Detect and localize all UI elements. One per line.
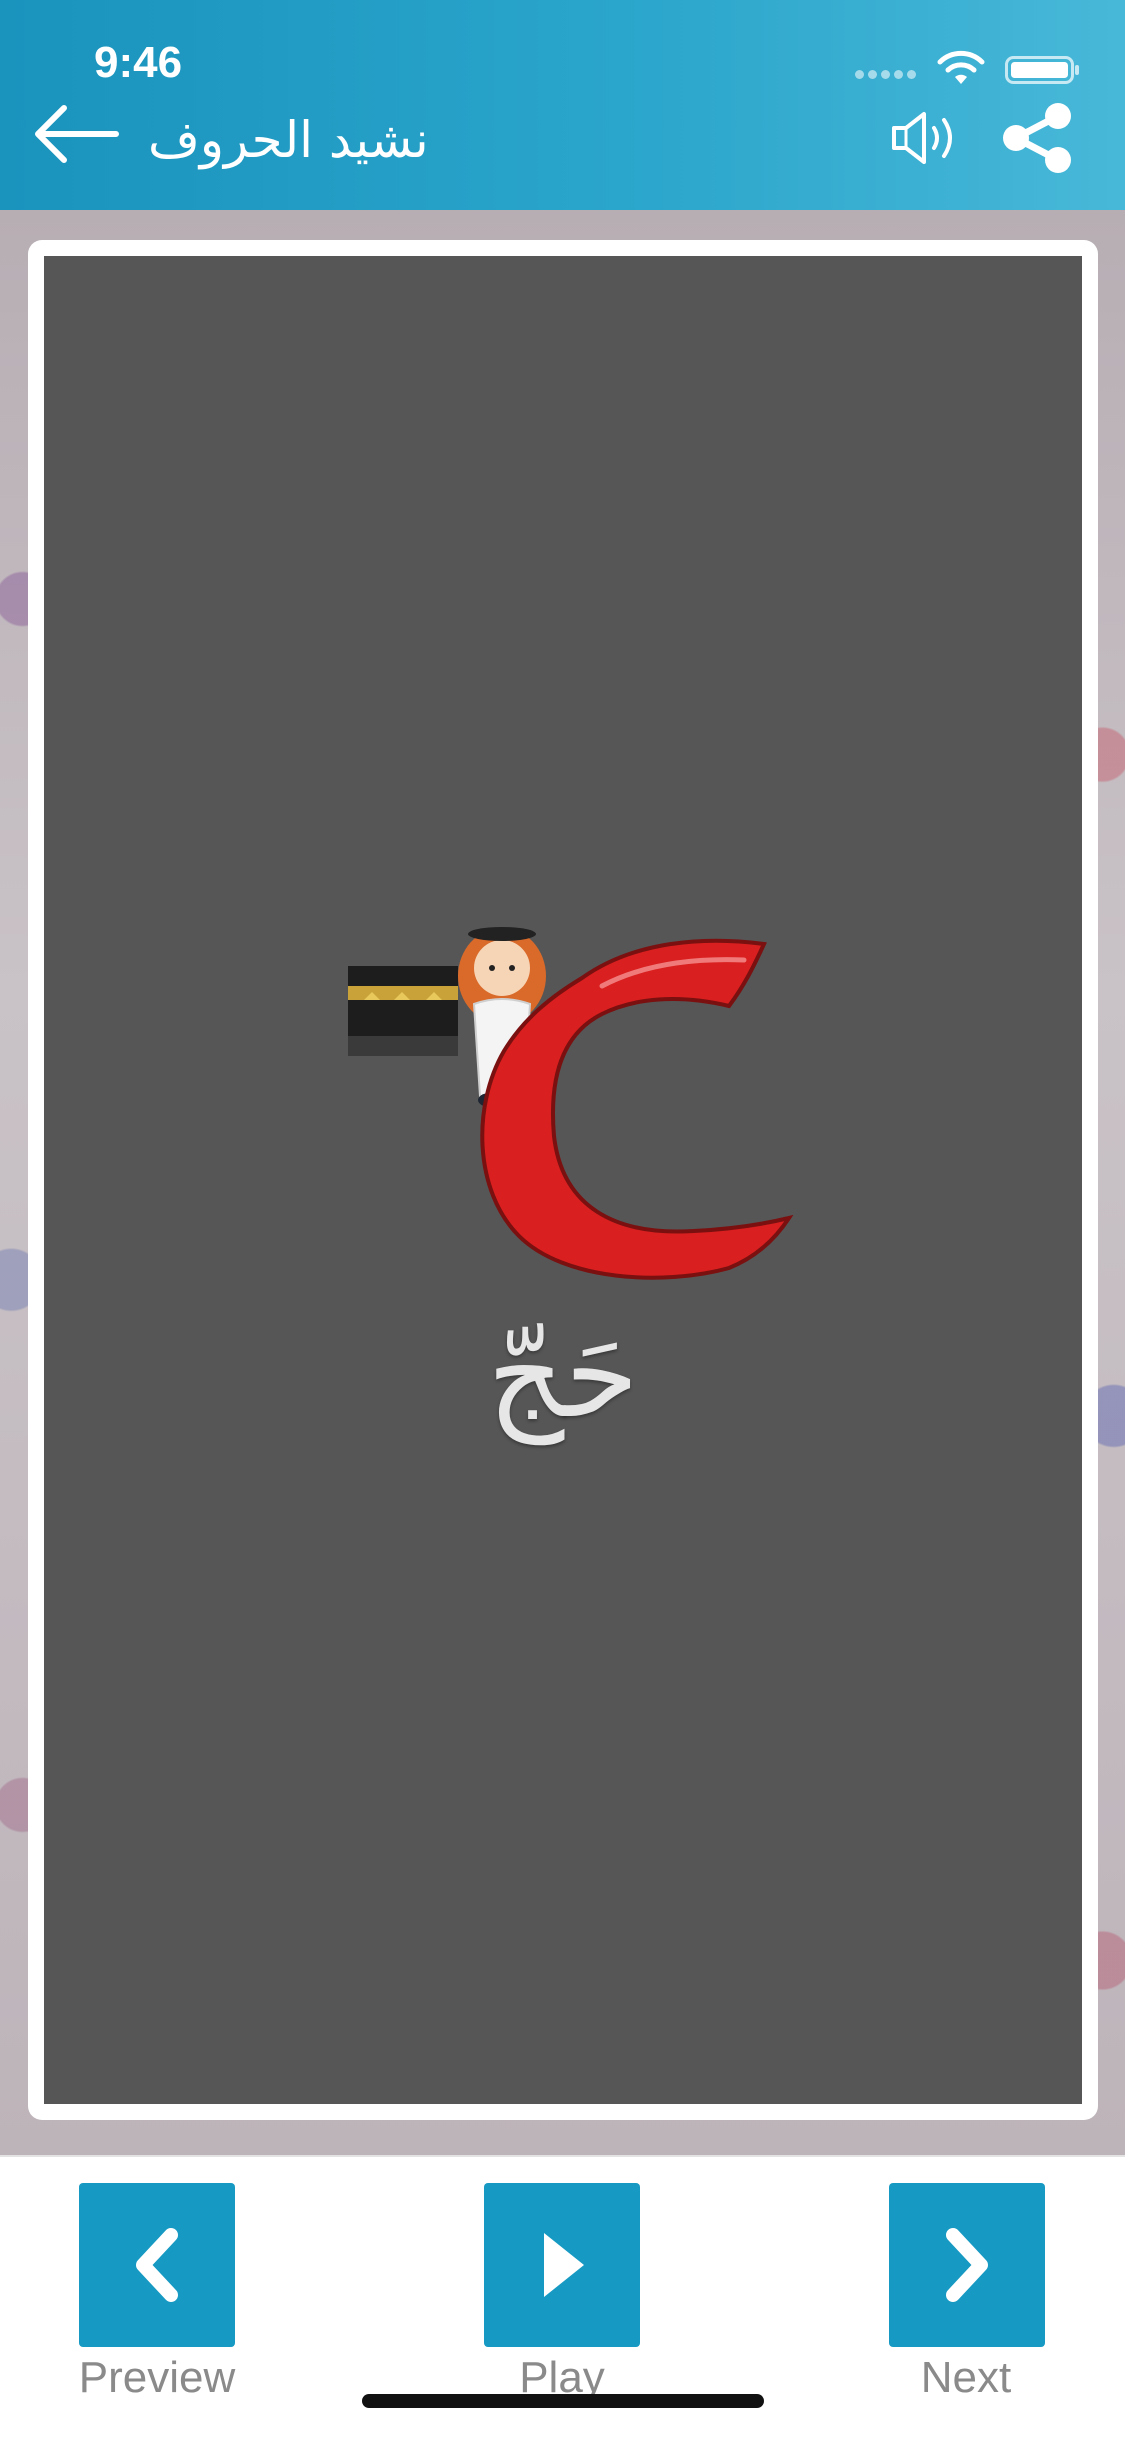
status-time: 9:46 [94,38,183,87]
home-indicator[interactable] [362,2394,764,2408]
next-button[interactable] [889,2183,1045,2347]
flashcard: حَجّ [28,240,1098,2120]
next-label: Next [920,2353,1012,2402]
wifi-icon [937,50,985,84]
play-button[interactable] [484,2183,640,2347]
page-title: نشيد الحروف [148,111,429,169]
example-word: حَجّ [487,1306,639,1445]
preview-button[interactable] [79,2183,235,2347]
chevron-right-icon [946,2228,988,2302]
flashcard-content: حَجّ [44,256,1082,2104]
speaker-icon[interactable] [888,106,968,170]
battery-icon [1005,56,1079,84]
back-arrow-icon[interactable] [30,100,120,168]
play-icon [544,2233,584,2297]
preview-label: Preview [78,2353,236,2402]
app-header: 9:46 نشيد الحروف [0,0,1125,210]
cellular-signal-icon [855,70,916,80]
share-icon[interactable] [998,98,1078,178]
kaaba-icon [348,966,458,1056]
chevron-left-icon [136,2228,178,2302]
